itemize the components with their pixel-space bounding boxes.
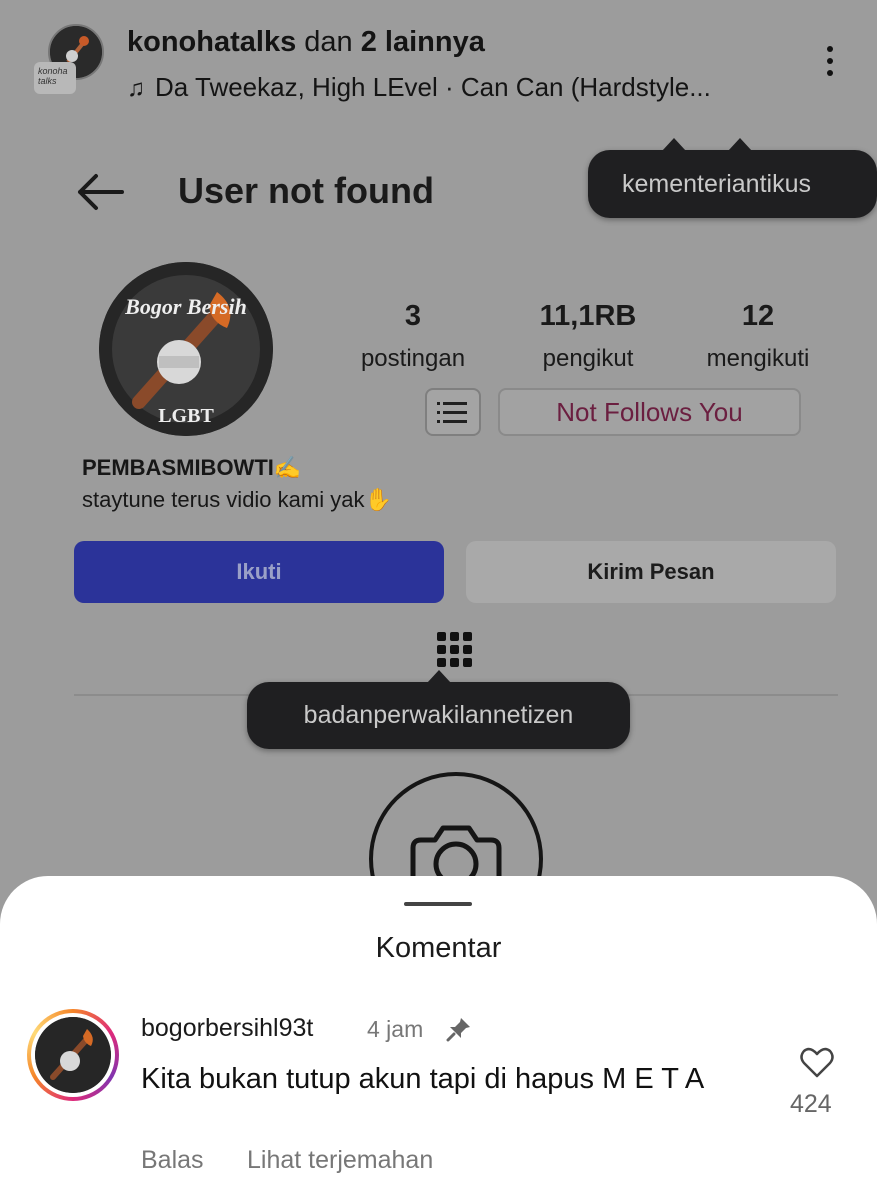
list-icon-button[interactable] [425,388,481,436]
profile-avatar[interactable]: Bogor Bersih LGBT [99,262,273,436]
stat-label: postingan [360,345,466,372]
post-title-joiner: dan [296,26,361,58]
heart-icon[interactable] [800,1046,834,1080]
stat-value: 11,1RB [539,300,637,332]
display-name: PEMBASMIBOWTI✍️ [82,455,302,480]
like-count: 424 [790,1090,832,1118]
tag-tooltip-2[interactable]: badanperwakilannetizen [247,670,630,749]
bogor-bersih-logo-small [35,1017,111,1093]
profile-bio: staytune terus vidio kami yak✋ [82,487,392,512]
follow-status-badge: Not Follows You [498,388,801,436]
logo-text-top: Bogor Bersih [124,294,247,319]
post-title[interactable]: konohatalks dan 2 lainnya [127,26,485,59]
comment-time: 4 jam [367,1016,424,1042]
see-translation-link[interactable]: Lihat terjemahan [247,1146,433,1175]
stat-value: 3 [404,300,422,332]
comments-sheet: Komentar bogorbersihl93t 4 jam Kita buka… [0,876,877,1200]
stat-posts[interactable]: 3 postingan [343,300,483,373]
comment-username[interactable]: bogorbersihl93t [141,1014,313,1043]
reply-link[interactable]: Balas [141,1146,204,1175]
stat-following[interactable]: 12 mengikuti [690,300,826,373]
stat-value: 12 [741,300,775,332]
music-note-icon: ♫ [127,75,145,102]
post-others[interactable]: 2 lainnya [361,26,485,58]
back-arrow-icon[interactable] [74,172,126,212]
grid-icon[interactable] [437,632,473,668]
comment-avatar[interactable] [27,1009,119,1101]
follow-button[interactable]: Ikuti [74,541,444,603]
more-options-icon[interactable] [818,46,842,86]
send-message-button[interactable]: Kirim Pesan [466,541,836,603]
page-title: User not found [178,170,434,211]
stat-label: mengikuti [706,345,810,372]
stat-label: pengikut [542,345,634,372]
post-music[interactable]: ♫ Da Tweekaz, High LEvel · Can Can (Hards… [127,72,711,103]
pin-icon [446,1018,470,1042]
tag-tooltip-1[interactable]: kementeriantikus [588,138,877,218]
post-account[interactable]: konohatalks [127,26,296,58]
collab-avatar-konohatalks: konoha talks [34,62,76,94]
bogor-bersih-logo: Bogor Bersih LGBT [99,262,273,436]
comments-title: Komentar [375,932,502,964]
list-icon [437,402,440,405]
post-avatar[interactable]: konoha talks [34,22,106,94]
music-title: Da Tweekaz, High LEvel · Can Can (Hardst… [155,72,711,102]
drag-handle[interactable] [404,902,472,906]
logo-text-bottom: LGBT [158,405,214,427]
stat-followers[interactable]: 11,1RB pengikut [518,300,658,373]
comment-text: Kita bukan tutup akun tapi di hapus M E … [141,1063,705,1095]
